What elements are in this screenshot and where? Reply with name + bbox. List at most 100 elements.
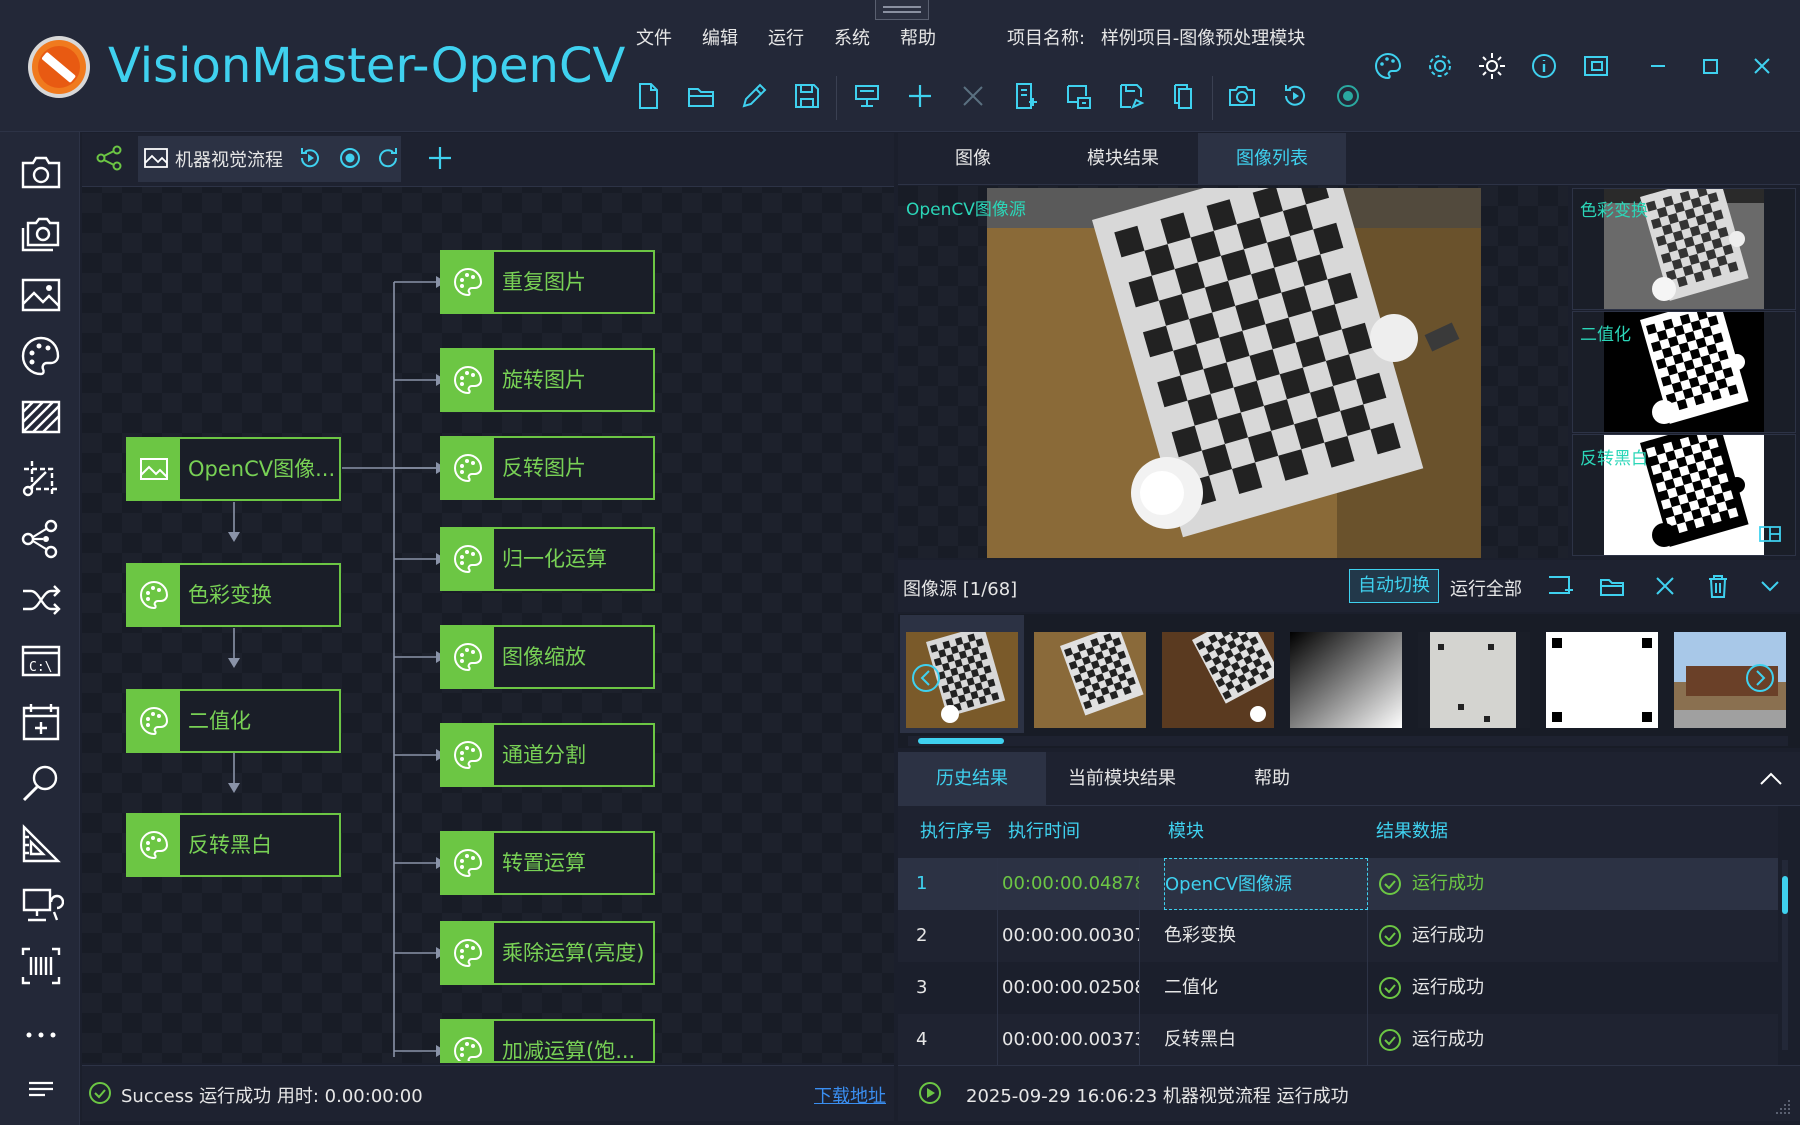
tab-help[interactable]: 帮助 — [1198, 752, 1346, 806]
table-row[interactable]: 300:00:00.0250820 二值化 运行成功 — [898, 962, 1778, 1014]
menu-system[interactable]: 系统 — [834, 24, 870, 50]
tab-current-module-result[interactable]: 当前模块结果 — [1046, 752, 1198, 806]
tab-history-result[interactable]: 历史结果 — [898, 752, 1046, 806]
chevron-right-icon[interactable] — [1744, 662, 1776, 694]
barcode-icon[interactable] — [18, 943, 64, 989]
camera-icon[interactable] — [18, 150, 64, 196]
minimize-icon[interactable] — [1642, 50, 1674, 82]
check-circle-icon — [1379, 925, 1401, 947]
palette-icon — [128, 815, 180, 875]
image-icon — [144, 148, 168, 168]
close-icon[interactable] — [1651, 572, 1679, 600]
save-as-icon[interactable] — [1116, 80, 1148, 112]
maximize-icon[interactable] — [1694, 50, 1726, 82]
palette-icon[interactable] — [1372, 50, 1404, 82]
flow-node[interactable]: 图像缩放 — [440, 625, 655, 689]
add-flow-icon[interactable] — [426, 144, 454, 172]
calendar-icon[interactable] — [18, 699, 64, 745]
table-row[interactable]: 200:00:00.0030726 色彩变换 运行成功 — [898, 910, 1778, 962]
strip-thumb-6[interactable] — [1546, 632, 1658, 728]
menu-help[interactable]: 帮助 — [900, 24, 936, 50]
tab-module-result[interactable]: 模块结果 — [1048, 133, 1198, 185]
flow-node[interactable]: 转置运算 — [440, 831, 655, 895]
new-file-icon[interactable] — [632, 80, 664, 112]
image-icon[interactable] — [18, 272, 64, 318]
chevron-down-icon[interactable] — [1756, 572, 1784, 600]
open-folder-icon[interactable] — [685, 80, 717, 112]
split-view-icon[interactable] — [1758, 524, 1782, 544]
scrollbar-thumb[interactable] — [1782, 876, 1788, 914]
roi-cut-icon[interactable] — [18, 455, 64, 501]
trash-icon[interactable] — [1704, 572, 1732, 600]
flow-node[interactable]: 重复图片 — [440, 250, 655, 314]
gear-icon[interactable] — [1424, 50, 1456, 82]
add-image-icon[interactable] — [1546, 572, 1574, 600]
stop-icon[interactable] — [336, 144, 364, 172]
stop-icon[interactable] — [1332, 80, 1364, 112]
monitor-icon[interactable] — [851, 80, 883, 112]
filter-icon[interactable] — [18, 394, 64, 440]
network-icon[interactable] — [18, 882, 64, 928]
import-icon[interactable] — [1063, 80, 1095, 112]
flow-node-invert-bw[interactable]: 反转黑白 — [126, 813, 341, 877]
flow-node-opencv-source[interactable]: OpenCV图像... — [126, 437, 341, 501]
camera-icon[interactable] — [1226, 80, 1258, 112]
strip-thumb-5[interactable] — [1418, 632, 1530, 728]
horizontal-scrollbar[interactable] — [908, 736, 1788, 746]
more-icon[interactable] — [18, 1012, 64, 1058]
multi-camera-icon[interactable] — [18, 211, 64, 257]
info-icon[interactable] — [1528, 50, 1560, 82]
export-icon[interactable] — [1010, 80, 1042, 112]
palette-icon[interactable] — [18, 333, 64, 379]
search-icon[interactable] — [18, 760, 64, 806]
strip-thumb-2[interactable] — [1034, 632, 1146, 728]
menu-edit[interactable]: 编辑 — [702, 24, 738, 50]
app-title: VisionMaster-OpenCV — [108, 38, 626, 94]
table-row[interactable]: 100:00:00.0487839 OpenCV图像源 运行成功 — [898, 858, 1778, 910]
copy-icon[interactable] — [1169, 80, 1201, 112]
strip-thumb-3[interactable] — [1162, 632, 1274, 728]
nodes-icon[interactable] — [18, 516, 64, 562]
delete-icon[interactable] — [957, 80, 989, 112]
col-header: 执行序号 — [920, 821, 992, 842]
add-icon[interactable] — [904, 80, 936, 112]
cmd-icon[interactable]: C:\ — [18, 638, 64, 684]
flow-node[interactable]: 旋转图片 — [440, 348, 655, 412]
run-once-icon[interactable] — [296, 144, 324, 172]
flow-node[interactable]: 乘除运算(亮度) — [440, 921, 655, 985]
flow-node-color-transform[interactable]: 色彩变换 — [126, 563, 341, 627]
menu-run[interactable]: 运行 — [768, 24, 804, 50]
strip-thumb-4[interactable] — [1290, 632, 1402, 728]
close-icon[interactable] — [1746, 50, 1778, 82]
play-circle-icon — [919, 1082, 941, 1104]
run-all-button[interactable]: 运行全部 — [1450, 575, 1522, 601]
flow-node[interactable]: 通道分割 — [440, 723, 655, 787]
sun-icon[interactable] — [1476, 50, 1508, 82]
flow-node[interactable]: 加减运算(饱... — [440, 1019, 655, 1063]
flow-node-binarize[interactable]: 二值化 — [126, 689, 341, 753]
scrollbar-thumb[interactable] — [918, 738, 1004, 744]
save-icon[interactable] — [791, 80, 823, 112]
chevron-left-icon[interactable] — [910, 662, 942, 694]
download-link[interactable]: 下载地址 — [814, 1082, 886, 1108]
menu-file[interactable]: 文件 — [636, 24, 672, 50]
table-row[interactable]: 400:00:00.0037368 反转黑白 运行成功 — [898, 1014, 1778, 1066]
tab-image[interactable]: 图像 — [898, 133, 1048, 185]
open-folder-icon[interactable] — [1598, 572, 1626, 600]
edit-icon[interactable] — [738, 80, 770, 112]
resize-grip-icon[interactable] — [1774, 1098, 1792, 1116]
chevron-up-icon[interactable] — [1756, 764, 1786, 794]
measure-icon[interactable] — [18, 821, 64, 867]
layout-icon[interactable] — [1580, 50, 1612, 82]
share-icon[interactable] — [94, 143, 124, 173]
palette-icon — [128, 565, 180, 625]
flow-node[interactable]: 归一化运算 — [440, 527, 655, 591]
run-once-icon[interactable] — [1279, 80, 1311, 112]
drag-grip-icon[interactable] — [875, 0, 929, 20]
auto-switch-button[interactable]: 自动切换 — [1349, 569, 1439, 603]
tab-image-list[interactable]: 图像列表 — [1198, 133, 1346, 185]
flow-node[interactable]: 反转图片 — [440, 436, 655, 500]
shuffle-icon[interactable] — [18, 577, 64, 623]
loop-run-icon[interactable] — [374, 144, 402, 172]
menu-icon[interactable] — [18, 1066, 64, 1112]
